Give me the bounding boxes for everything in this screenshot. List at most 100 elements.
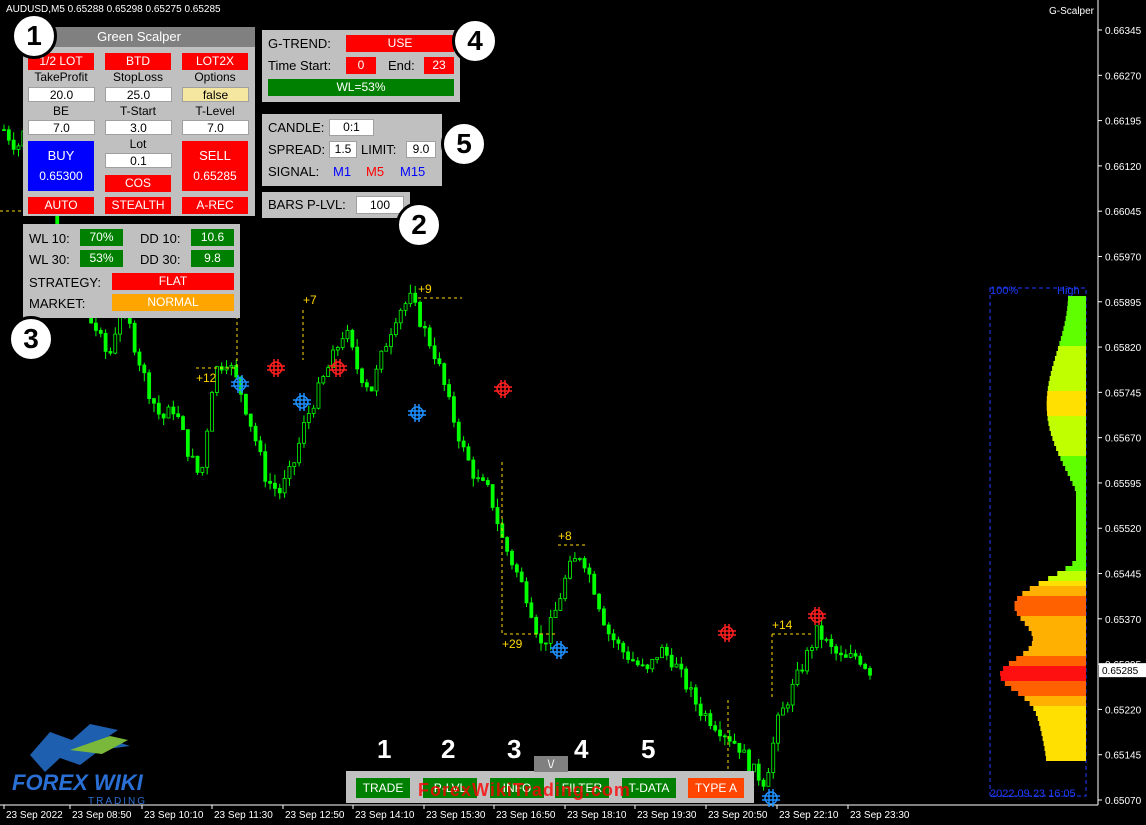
profile-bar	[1076, 496, 1086, 501]
end-field[interactable]: 23	[424, 57, 454, 74]
profile-bar	[1016, 656, 1086, 661]
signal-m1: M1	[333, 164, 352, 179]
candle-body	[839, 652, 843, 656]
tab-number-3: 3	[507, 734, 522, 764]
plvl-panel: BARS P-LVL: 100	[262, 192, 410, 218]
profile-bar	[1041, 731, 1086, 736]
candle-body	[360, 368, 364, 384]
candle-body	[258, 440, 263, 453]
tstart-label: T-Start	[119, 104, 156, 118]
sell-button[interactable]: SELL 0.65285	[182, 141, 248, 191]
candle-body	[316, 382, 321, 409]
dd30-label: DD 30:	[140, 252, 181, 267]
time-tick-label: 23 Sep 14:10	[355, 810, 415, 821]
profile-bar	[1050, 371, 1086, 376]
profile-bar	[1048, 576, 1086, 581]
buy-button[interactable]: BUY 0.65300	[28, 141, 94, 191]
btd-button[interactable]: BTD	[105, 53, 171, 70]
candle-body	[369, 386, 374, 392]
tab-type-a[interactable]: TYPE A	[688, 778, 744, 798]
candle-body	[466, 446, 471, 461]
candle-body	[814, 625, 819, 648]
profile-bar	[1068, 296, 1086, 301]
candle-body	[6, 129, 11, 141]
stealth-button[interactable]: STEALTH	[105, 197, 171, 214]
candle-body	[577, 558, 582, 560]
be-field[interactable]: 7.0	[28, 120, 95, 135]
profile-bar	[1057, 571, 1086, 576]
profit-level-label: +14	[772, 618, 793, 632]
profile-label-right: High	[1057, 285, 1080, 297]
candle-body	[616, 639, 621, 644]
candle-body	[384, 346, 389, 352]
candle-body	[374, 368, 379, 392]
candle-body	[858, 655, 863, 665]
price-tick-label: 0.65445	[1105, 570, 1142, 581]
tab-number-2: 2	[441, 734, 456, 764]
stoploss-field[interactable]: 25.0	[105, 87, 172, 102]
timestart-field[interactable]: 0	[346, 57, 376, 74]
time-tick-label: 23 Sep 11:30	[214, 810, 273, 821]
lot-field[interactable]: 0.1	[105, 153, 172, 168]
candle-body	[282, 477, 287, 494]
candle-body	[181, 416, 185, 431]
candle-body	[689, 687, 693, 690]
candle-body	[113, 333, 118, 354]
arec-button[interactable]: A-REC	[182, 197, 248, 214]
profit-level-label: +7	[303, 293, 317, 307]
options-toggle[interactable]: false	[182, 87, 249, 102]
tab-trade[interactable]: TRADE	[356, 778, 410, 798]
tlevel-field[interactable]: 7.0	[182, 120, 249, 135]
tstart-field[interactable]: 3.0	[105, 120, 172, 135]
candle-body	[326, 367, 331, 377]
collapse-button[interactable]: \/	[534, 756, 568, 772]
candle-body	[524, 581, 529, 604]
be-label: BE	[52, 104, 69, 118]
market-label: MARKET:	[29, 296, 86, 311]
candle-body	[655, 657, 660, 660]
profile-bar	[1065, 566, 1086, 571]
candle-body	[795, 669, 800, 685]
time-tick-label: 23 Sep 20:50	[708, 810, 768, 821]
candle-body	[602, 608, 606, 626]
candle-body	[776, 714, 780, 744]
lot2x-button[interactable]: LOT2X	[182, 53, 248, 70]
candle-body	[413, 292, 418, 303]
gtrend-toggle[interactable]: USE	[346, 35, 454, 52]
price-tick-label: 0.65670	[1105, 434, 1142, 445]
candle-body	[2, 129, 6, 132]
candle-body	[766, 772, 771, 787]
profile-bar	[1076, 521, 1086, 526]
tdata-panel: CANDLE: 0:1 SPREAD: 1.5 LIMIT: 9.0 SIGNA…	[262, 114, 442, 186]
candle-body	[268, 480, 272, 484]
profile-bar	[1053, 361, 1086, 366]
candle-body	[645, 664, 650, 670]
price-tick-label: 0.65370	[1105, 615, 1142, 626]
candle-body	[243, 393, 248, 415]
profile-bar	[1067, 471, 1086, 476]
profile-bar	[1050, 431, 1086, 436]
bars-plvl-field[interactable]: 100	[356, 196, 404, 214]
candle-body	[253, 425, 258, 442]
candle-body	[190, 455, 195, 458]
cos-button[interactable]: COS	[105, 175, 171, 192]
limit-value[interactable]: 9.0	[406, 141, 436, 158]
candle-body	[321, 376, 326, 384]
candle-body	[418, 301, 422, 327]
candle-body	[810, 647, 814, 651]
profile-bar	[1062, 331, 1086, 336]
profit-level-label: +29	[502, 637, 523, 651]
logo-text: FOREX WIKI	[12, 770, 143, 795]
candle-body	[510, 550, 514, 566]
profile-bar	[1008, 661, 1086, 666]
candle-body	[669, 654, 674, 668]
profile-bar	[1067, 301, 1086, 306]
candle-body	[572, 558, 577, 562]
candle-body	[684, 668, 689, 690]
takeprofit-field[interactable]: 20.0	[28, 87, 95, 102]
candle-body	[868, 668, 872, 676]
time-tick-label: 23 Sep 2022	[6, 810, 63, 821]
profile-bar	[1048, 421, 1086, 426]
price-tick-label: 0.65595	[1105, 479, 1142, 490]
auto-button[interactable]: AUTO	[28, 197, 94, 214]
